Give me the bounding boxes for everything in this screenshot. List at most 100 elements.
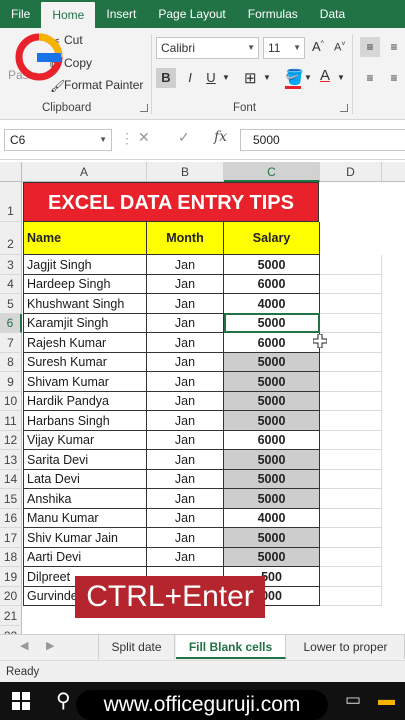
row-header-7[interactable]: 7 — [0, 333, 22, 353]
format-painter-button[interactable]: Format Painter — [64, 78, 143, 92]
header-name[interactable]: Name — [23, 222, 147, 255]
name-box[interactable]: C6 ▼ — [4, 129, 112, 151]
cell-month[interactable]: Jan — [147, 450, 224, 470]
cell-salary[interactable]: 5000 — [224, 411, 320, 431]
cell-month[interactable]: Jan — [147, 489, 224, 509]
formula-input[interactable]: 5000 — [240, 129, 405, 151]
cell-month[interactable]: Jan — [147, 470, 224, 489]
copy-button[interactable]: Copy — [64, 56, 92, 70]
underline-button[interactable]: U — [201, 68, 221, 88]
row-header-6[interactable]: 6 — [0, 314, 22, 333]
row-header-13[interactable]: 13 — [0, 450, 22, 470]
column-header-d[interactable]: D — [320, 162, 382, 182]
cell-month[interactable]: Jan — [147, 509, 224, 528]
column-header-c[interactable]: C — [224, 162, 320, 182]
cell-empty[interactable] — [320, 411, 382, 431]
cell-empty[interactable] — [320, 567, 382, 587]
cell-month[interactable]: Jan — [147, 392, 224, 411]
cell-name[interactable]: Manu Kumar — [23, 509, 147, 528]
cell-empty[interactable] — [320, 275, 382, 294]
row-header-20[interactable]: 20 — [0, 587, 22, 606]
align-middle-icon[interactable]: ≡ — [384, 37, 404, 57]
font-color-icon[interactable]: A — [320, 67, 330, 84]
cell-empty[interactable] — [320, 294, 382, 314]
row-header-10[interactable]: 10 — [0, 392, 22, 411]
row-header-14[interactable]: 14 — [0, 470, 22, 489]
cell-name[interactable]: Harbans Singh — [23, 411, 147, 431]
search-icon[interactable]: ⚲ — [56, 688, 71, 713]
cell-salary[interactable]: 6000 — [224, 333, 320, 353]
cell-empty[interactable] — [320, 431, 382, 450]
row-header-16[interactable]: 16 — [0, 509, 22, 528]
column-header-e[interactable] — [382, 162, 405, 182]
row-header-9[interactable]: 9 — [0, 372, 22, 392]
row-header-3[interactable]: 3 — [0, 255, 22, 275]
select-all-corner[interactable] — [0, 162, 22, 182]
tab-home[interactable]: Home — [41, 2, 96, 28]
column-header-b[interactable]: B — [147, 162, 224, 182]
row-header-12[interactable]: 12 — [0, 431, 22, 450]
cell-month[interactable]: Jan — [147, 333, 224, 353]
tab-formulas[interactable]: Formulas — [237, 0, 309, 28]
row-header-22[interactable]: 22 — [0, 626, 22, 634]
clipboard-launcher-icon[interactable] — [140, 104, 148, 112]
bold-button[interactable]: B — [156, 68, 176, 88]
cell-empty[interactable] — [320, 489, 382, 509]
cell-empty[interactable] — [320, 372, 382, 392]
cell-salary[interactable]: 5000 — [224, 372, 320, 392]
cell-month[interactable]: Jan — [147, 294, 224, 314]
sheet-tab-fill-blank-cells[interactable]: Fill Blank cells — [176, 635, 286, 659]
row-header-8[interactable]: 8 — [0, 353, 22, 372]
tab-page-layout[interactable]: Page Layout — [147, 0, 236, 28]
cell-name[interactable]: Khushwant Singh — [23, 294, 147, 314]
sheet-title[interactable]: EXCEL DATA ENTRY TIPS — [23, 182, 319, 222]
cell-salary[interactable]: 5000 — [224, 392, 320, 411]
row-header-15[interactable]: 15 — [0, 489, 22, 509]
cell-salary[interactable]: 4000 — [224, 509, 320, 528]
cell-name[interactable]: Suresh Kumar — [23, 353, 147, 372]
align-center-icon[interactable]: ≡ — [384, 68, 404, 88]
cell-salary[interactable]: 4000 — [224, 294, 320, 314]
cell-month[interactable]: Jan — [147, 353, 224, 372]
cell-month[interactable]: Jan — [147, 372, 224, 392]
cell-month[interactable]: Jan — [147, 255, 224, 275]
header-salary[interactable]: Salary — [224, 222, 320, 255]
cell-name[interactable]: Sarita Devi — [23, 450, 147, 470]
cell-name[interactable]: Karamjit Singh — [23, 314, 147, 333]
cell-salary[interactable]: 5000 — [224, 548, 320, 567]
italic-button[interactable]: I — [180, 68, 200, 88]
cell-empty[interactable] — [320, 314, 382, 333]
row-header-11[interactable]: 11 — [0, 411, 22, 431]
cell-name[interactable]: Vijay Kumar — [23, 431, 147, 450]
borders-dropdown-icon[interactable]: ▼ — [263, 73, 271, 82]
underline-dropdown-icon[interactable]: ▼ — [222, 73, 230, 82]
align-top-icon[interactable]: ≡ — [360, 37, 380, 57]
header-month[interactable]: Month — [147, 222, 224, 255]
tab-file[interactable]: File — [0, 0, 41, 28]
column-header-a[interactable]: A — [22, 162, 147, 182]
font-size-select[interactable]: 11 ▼ — [263, 37, 305, 59]
cell-salary[interactable]: 6000 — [224, 431, 320, 450]
cell-month[interactable]: Jan — [147, 548, 224, 567]
row-header-5[interactable]: 5 — [0, 294, 22, 314]
cell-salary[interactable]: 5000 — [224, 470, 320, 489]
cell-name[interactable]: Hardeep Singh — [23, 275, 147, 294]
cut-button[interactable]: Cut — [64, 33, 83, 47]
cell-empty[interactable] — [320, 255, 382, 275]
borders-icon[interactable]: ⊞ — [244, 69, 257, 87]
grow-font-button[interactable]: A^ — [312, 39, 324, 54]
cancel-entry-icon[interactable]: ✕ — [138, 129, 150, 146]
cell-month[interactable]: Jan — [147, 431, 224, 450]
row-header-19[interactable]: 19 — [0, 567, 22, 587]
cell-empty[interactable] — [320, 353, 382, 372]
row-header-4[interactable]: 4 — [0, 275, 22, 294]
cell-salary[interactable]: 5000 — [224, 489, 320, 509]
row-header-21[interactable]: 21 — [0, 606, 22, 626]
cell-empty[interactable] — [320, 333, 382, 353]
cell-salary[interactable]: 5000 — [224, 528, 320, 548]
tab-insert[interactable]: Insert — [95, 0, 147, 28]
cell-name[interactable]: Shivam Kumar — [23, 372, 147, 392]
cell-empty[interactable] — [320, 470, 382, 489]
cell-name[interactable]: Aarti Devi — [23, 548, 147, 567]
cell-empty[interactable] — [320, 528, 382, 548]
